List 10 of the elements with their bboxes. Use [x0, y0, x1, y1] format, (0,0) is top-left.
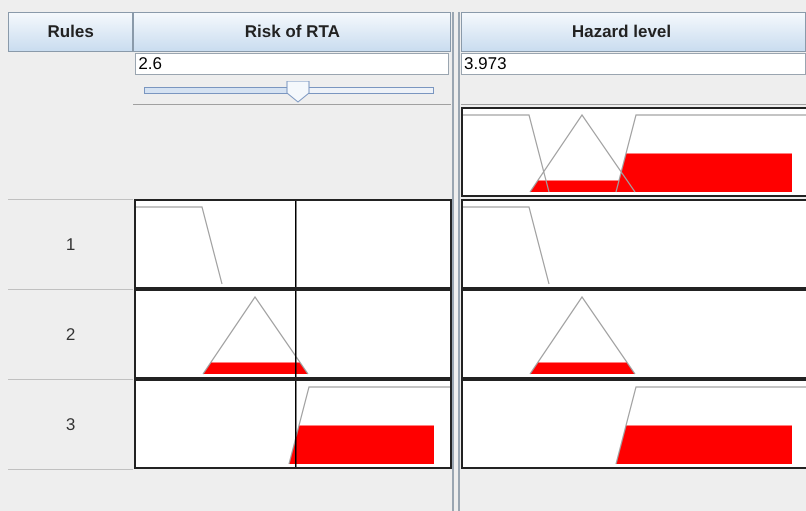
value-field[interactable]: 2.6 — [135, 53, 450, 75]
output-field: 3.973 — [461, 53, 806, 75]
column-header[interactable]: Rules — [8, 12, 134, 52]
rule-number: 3 — [66, 414, 76, 436]
rule-number: 1 — [66, 234, 76, 256]
column-header[interactable]: Hazard level — [461, 12, 806, 52]
column-header[interactable]: Risk of RTA — [133, 12, 452, 52]
rule-number: 2 — [66, 324, 76, 346]
slider-thumb[interactable] — [286, 80, 310, 102]
splitter[interactable] — [452, 12, 460, 511]
